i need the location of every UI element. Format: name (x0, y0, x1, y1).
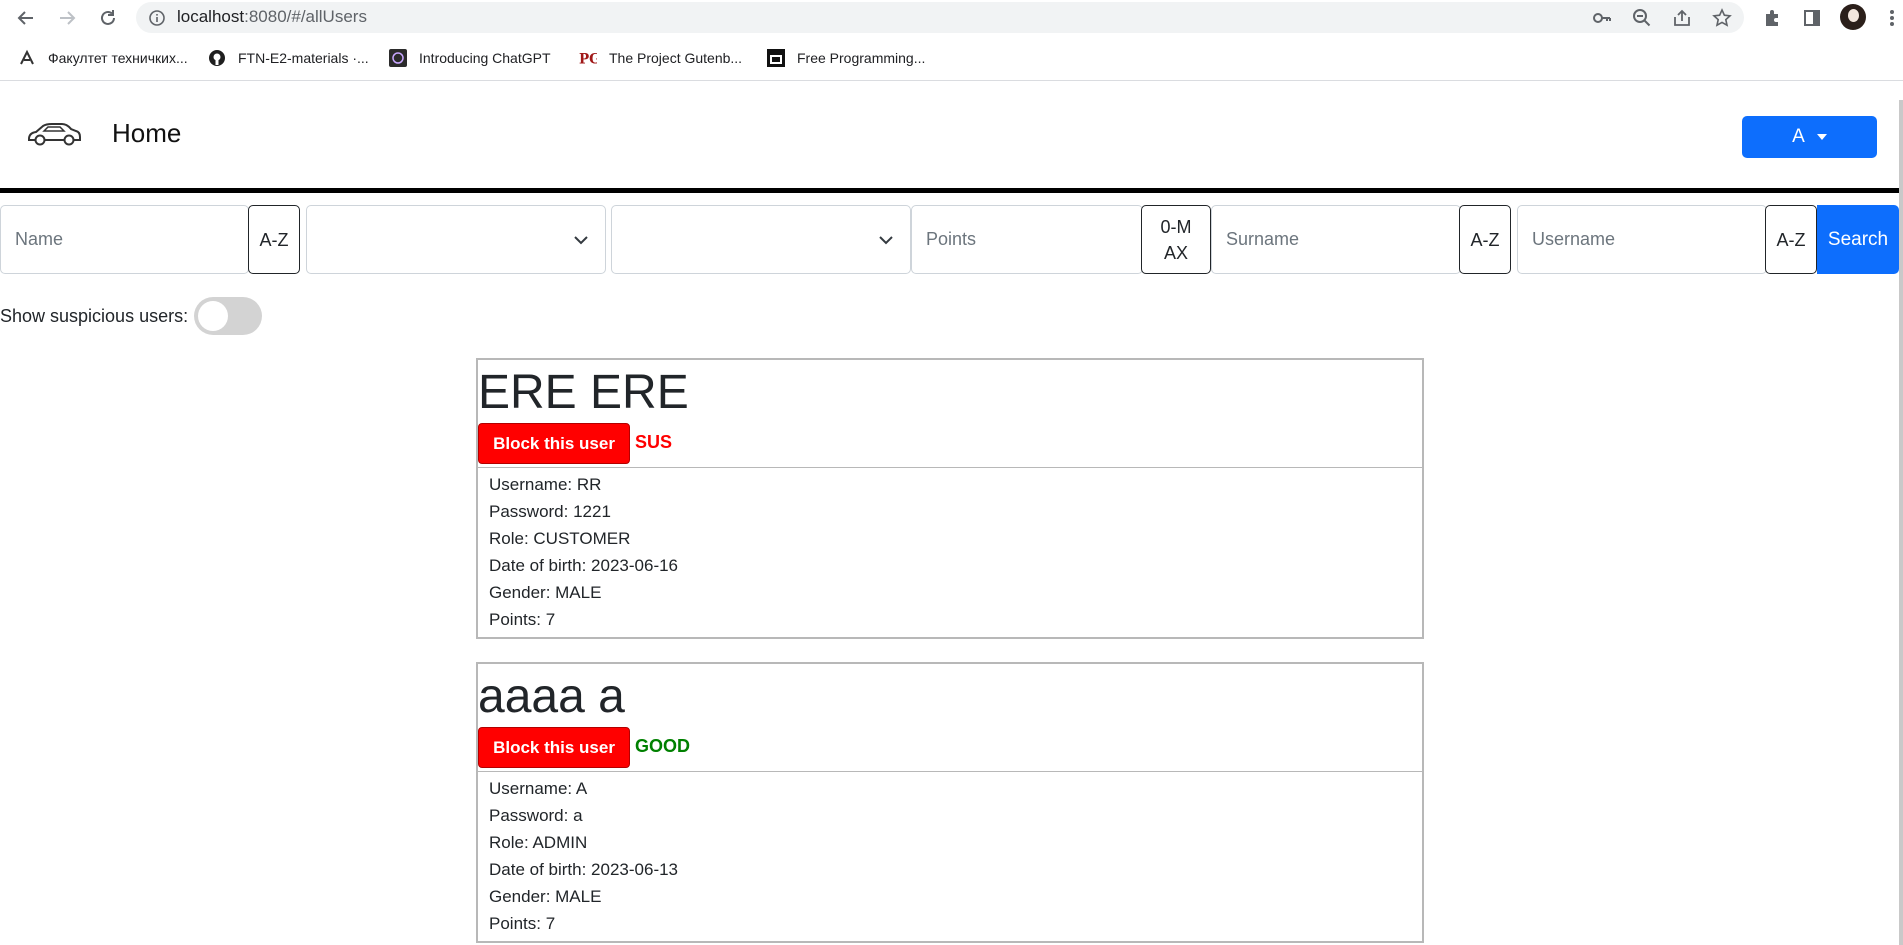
bookmark-item[interactable]: Факултет техничких... (18, 48, 188, 68)
user-points: Points: 7 (489, 610, 556, 629)
gutenberg-icon: PG (579, 49, 597, 67)
user-card: aaaa a Block this user GOOD Username: A … (476, 662, 1424, 943)
bookmark-item[interactable]: PG The Project Gutenb... (579, 48, 742, 68)
filter-bar: Name A-Z Points 0-MAX Surname A-Z Userna… (0, 205, 1900, 274)
user-details: Username: RR Password: 1221 Role: CUSTOM… (489, 471, 678, 633)
forward-arrow-icon[interactable] (55, 6, 79, 30)
user-card: ERE ERE Block this user SUS Username: RR… (476, 358, 1424, 639)
profile-avatar[interactable] (1840, 4, 1866, 30)
search-button[interactable]: Search (1817, 205, 1899, 274)
share-icon[interactable] (1670, 6, 1694, 30)
book-icon (767, 49, 785, 67)
suspicious-toggle-row: Show suspicious users: (0, 297, 263, 335)
back-arrow-icon[interactable] (14, 6, 38, 30)
car-icon[interactable] (26, 119, 82, 149)
url-text: localhost:8080/#/allUsers (177, 7, 367, 26)
caret-down-icon (1816, 134, 1827, 140)
user-username: Username: RR (489, 475, 602, 494)
reload-icon[interactable] (96, 6, 120, 30)
side-panel-icon[interactable] (1800, 6, 1824, 30)
app-header: Home A (0, 81, 1900, 188)
user-role: Role: CUSTOMER (489, 529, 631, 548)
user-dob: Date of birth: 2023-06-16 (489, 556, 679, 575)
home-link[interactable]: Home (112, 118, 181, 149)
github-icon (208, 49, 226, 67)
user-details: Username: A Password: a Role: ADMIN Date… (489, 775, 678, 937)
points-sort-button[interactable]: 0-MAX (1141, 205, 1211, 274)
suspicious-toggle-switch[interactable] (194, 297, 263, 335)
site-info-icon[interactable] (145, 6, 169, 30)
address-bar[interactable] (136, 2, 1744, 33)
university-icon (18, 49, 36, 67)
bookmark-item[interactable]: Free Programming... (767, 48, 925, 68)
name-sort-button[interactable]: A-Z (248, 205, 300, 274)
toggle-knob (198, 301, 229, 331)
role-filter-select[interactable] (306, 205, 606, 274)
user-full-name: aaaa a (478, 670, 625, 723)
suspicious-toggle-label: Show suspicious users: (0, 305, 189, 326)
user-full-name: ERE ERE (478, 366, 689, 419)
name-sort-label: A-Z (259, 229, 289, 250)
user-password: Password: 1221 (489, 502, 611, 521)
user-gender: Gender: MALE (489, 583, 602, 602)
username-sort-button[interactable]: A-Z (1765, 205, 1817, 274)
user-points: Points: 7 (489, 914, 556, 933)
user-username: Username: A (489, 779, 588, 798)
zoom-out-icon[interactable] (1630, 6, 1654, 30)
type-filter-select[interactable] (611, 205, 911, 274)
extensions-icon[interactable] (1760, 6, 1784, 30)
header-divider (0, 188, 1900, 193)
key-icon[interactable] (1590, 6, 1614, 30)
user-gender: Gender: MALE (489, 887, 602, 906)
block-user-button[interactable]: Block this user (478, 727, 630, 768)
card-divider (478, 467, 1422, 468)
status-badge: GOOD (635, 736, 691, 756)
user-menu-dropdown[interactable]: A (1742, 116, 1877, 158)
surname-sort-button[interactable]: A-Z (1459, 205, 1511, 274)
name-filter-input[interactable]: Name (0, 205, 249, 274)
bookmarks-bar: Факултет техничких... FTN-E2-materials ·… (0, 40, 1903, 74)
chatgpt-icon (389, 49, 407, 67)
surname-filter-input[interactable]: Surname (1211, 205, 1461, 274)
username-filter-input[interactable]: Username (1517, 205, 1767, 274)
chevron-down-icon (574, 236, 588, 245)
block-user-button[interactable]: Block this user (478, 423, 630, 464)
points-sort-label: 0-MAX (1160, 216, 1192, 263)
menu-kebab-icon[interactable] (1880, 6, 1903, 30)
user-role: Role: ADMIN (489, 833, 588, 852)
chevron-down-icon (879, 236, 893, 245)
browser-toolbar: localhost:8080/#/allUsers (0, 0, 1903, 35)
user-password: Password: a (489, 806, 583, 825)
status-badge: SUS (635, 432, 673, 452)
username-sort-label: A-Z (1776, 229, 1806, 250)
star-icon[interactable] (1710, 6, 1734, 30)
svg-text:PG: PG (579, 51, 597, 67)
bookmark-item[interactable]: Introducing ChatGPT (389, 48, 551, 68)
points-filter-input[interactable]: Points (911, 205, 1143, 274)
bookmark-item[interactable]: FTN-E2-materials ·... (208, 48, 369, 68)
card-divider (478, 771, 1422, 772)
user-menu-label: A (1792, 126, 1805, 147)
user-dob: Date of birth: 2023-06-13 (489, 860, 679, 879)
surname-sort-label: A-Z (1470, 229, 1500, 250)
